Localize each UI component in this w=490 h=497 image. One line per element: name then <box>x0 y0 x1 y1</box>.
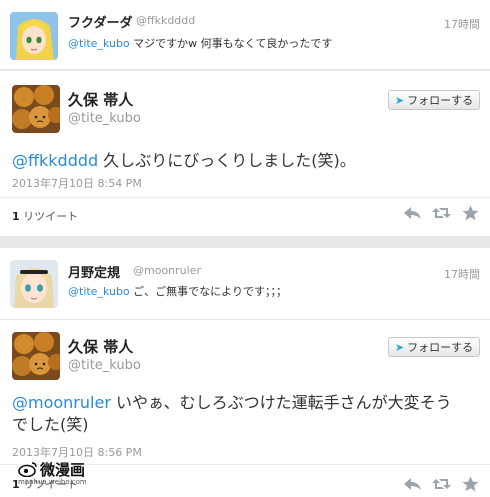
tweet-card-ffkkdddd: フクダーダ @ffkkdddd 17時間 @tite_kubo マジですかw 何… <box>0 0 490 70</box>
tweet-time[interactable]: 17時間 <box>444 266 480 282</box>
author-name[interactable]: 久保 帯人 <box>68 336 133 357</box>
favorite-icon[interactable] <box>461 205 480 221</box>
follow-button[interactable]: ➤ フォローする <box>388 90 480 110</box>
twitter-bird-icon: ➤ <box>394 340 405 354</box>
tweet-body: ご、ご無事でなによりです；；； <box>129 285 287 298</box>
mention-link[interactable]: @tite_kubo <box>68 285 130 298</box>
watermark-url: manhua.weibo.com <box>18 478 87 486</box>
tweet-text: @tite_kubo マジですかw 何事もなくて良かったです <box>68 35 332 51</box>
author-handle[interactable]: @tite_kubo <box>68 358 141 373</box>
retweet-label: リツイート <box>19 210 79 223</box>
author-name[interactable]: 月野定規 <box>68 262 120 281</box>
weibo-logo-icon <box>18 462 37 477</box>
author-name[interactable]: 久保 帯人 <box>68 89 133 110</box>
divider <box>0 197 490 198</box>
retweet-icon[interactable] <box>432 476 451 492</box>
mention-link[interactable]: @moonruler <box>12 393 111 412</box>
watermark-title: 微漫画 <box>40 461 86 479</box>
follow-label: フォローする <box>407 341 474 354</box>
section-gap <box>0 238 490 248</box>
reply-icon[interactable] <box>403 476 422 492</box>
retweet-count[interactable]: 1 リツイート <box>12 208 78 224</box>
twitter-bird-icon: ➤ <box>394 93 405 107</box>
tweet-body-line2: でした(笑) <box>12 415 89 434</box>
avatar-moonruler[interactable] <box>10 260 58 308</box>
mention-link[interactable]: @ffkkdddd <box>12 151 98 170</box>
tweet-date[interactable]: 2013年7月10日 8:56 PM <box>12 444 142 460</box>
retweet-number: 1 <box>12 210 20 223</box>
tweet-time[interactable]: 17時間 <box>444 16 480 32</box>
avatar-tite-kubo[interactable] <box>12 332 60 380</box>
tweet-body: 久しぶりにびっくりしました(笑)。 <box>98 151 356 170</box>
favorite-icon[interactable] <box>461 476 480 492</box>
follow-button[interactable]: ➤ フォローする <box>388 337 480 357</box>
tweet-text: @moonruler いやぁ、むしろぶつけた運転手さんが大変そう でした(笑) <box>12 392 452 436</box>
reply-icon[interactable] <box>403 205 422 221</box>
follow-label: フォローする <box>407 94 474 107</box>
avatar-ffkkdddd[interactable] <box>10 12 58 60</box>
tweet-actions <box>403 476 480 492</box>
avatar-tite-kubo[interactable] <box>12 85 60 133</box>
tweet-actions <box>403 205 480 221</box>
author-name[interactable]: フクダーダ <box>68 12 132 31</box>
tweet-date[interactable]: 2013年7月10日 8:54 PM <box>12 175 142 191</box>
author-handle[interactable]: @moonruler <box>133 264 201 277</box>
mention-link[interactable]: @tite_kubo <box>68 37 130 50</box>
tweet-body: マジですかw 何事もなくて良かったです <box>129 37 333 50</box>
tweet-text: @tite_kubo ご、ご無事でなによりです；；； <box>68 283 287 299</box>
tweet-body-line1: いやぁ、むしろぶつけた運転手さんが大変そう <box>110 393 452 412</box>
author-handle[interactable]: @ffkkdddd <box>136 14 195 27</box>
tweet-text: @ffkkdddd 久しぶりにびっくりしました(笑)。 <box>12 147 356 171</box>
author-handle[interactable]: @tite_kubo <box>68 111 141 126</box>
tweet-card-moonruler: 月野定規 @moonruler 17時間 @tite_kubo ご、ご無事でなに… <box>0 248 490 320</box>
tweet-card-tite-kubo-1: 久保 帯人 @tite_kubo ➤ フォローする @ffkkdddd 久しぶりに… <box>0 71 490 237</box>
retweet-icon[interactable] <box>432 205 451 221</box>
